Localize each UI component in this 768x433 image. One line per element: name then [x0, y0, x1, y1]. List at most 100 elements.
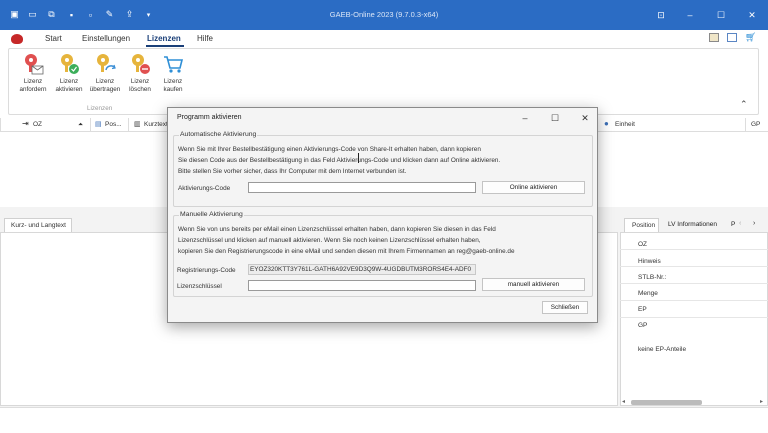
sort-icon[interactable]: ⏶ [78, 121, 83, 129]
manual-activation-group: Manuelle Aktivierung Wenn Sie von uns be… [173, 211, 593, 297]
manual-instruction-line1: Wenn Sie von uns bereits per eMail einen… [178, 226, 496, 233]
active-menu-indicator [146, 45, 184, 47]
column-kurztext[interactable]: Kurztext [144, 121, 168, 128]
ribbon-label-line2: anfordern [19, 86, 47, 93]
property-ep: EP [638, 306, 647, 313]
dialog-title: Programm aktivieren [177, 114, 242, 121]
menu-bar: Start Einstellungen Lizenzen Hilfe 🛒︎ [0, 30, 768, 48]
tab-position[interactable]: Position [624, 218, 659, 232]
column-separator [128, 118, 129, 132]
column-gp[interactable]: GP [751, 121, 760, 128]
key-transfer-icon [94, 53, 116, 75]
key-check-icon [58, 53, 80, 75]
scroll-left-arrow-icon[interactable]: ◂ [622, 398, 625, 405]
app-menu-icon[interactable] [11, 34, 23, 44]
position-icon: ▤ [95, 121, 102, 128]
menu-lizenzen[interactable]: Lizenzen [147, 34, 181, 43]
lizenz-uebertragen-button[interactable]: Lizenz übertragen [88, 53, 122, 94]
cart-icon [162, 53, 184, 75]
tab-lv-informationen[interactable]: LV Informationen [668, 221, 717, 228]
manuell-aktivieren-button[interactable]: manuell aktivieren [482, 278, 585, 291]
dialog-maximize-button[interactable]: ☐ [548, 111, 562, 125]
tab-kurz-langtext[interactable]: Kurz- und Langtext [4, 218, 72, 232]
ribbon-label-line2: löschen [129, 86, 151, 93]
column-separator [90, 118, 91, 132]
lizenz-aktivieren-button[interactable]: Lizenz aktivieren [52, 53, 86, 94]
dialog-close-button[interactable]: ✕ [578, 111, 592, 125]
tab-scroll-right-icon[interactable]: › [753, 220, 755, 227]
cart-small-icon[interactable]: 🛒︎ [745, 32, 756, 43]
maximize-button[interactable]: ☐ [714, 8, 728, 22]
auto-instruction-line1: Wenn Sie mit Ihrer Bestellbestätigung ei… [178, 146, 481, 153]
key-delete-icon [129, 53, 151, 75]
property-row-divider [620, 249, 768, 250]
automatic-activation-title: Automatische Aktivierung [179, 131, 258, 138]
property-oz: OZ [638, 241, 648, 248]
ribbon-label-line1: Lizenz [59, 78, 79, 85]
auto-instruction-line3: Bitte stellen Sie vorher sicher, dass Ih… [178, 168, 407, 175]
ribbon-label-line1: Lizenz [130, 78, 150, 85]
lizenz-loeschen-button[interactable]: Lizenz löschen [123, 53, 157, 94]
ribbon-label-line2: kaufen [163, 86, 183, 93]
column-einheit[interactable]: Einheit [615, 121, 635, 128]
menu-hilfe[interactable]: Hilfe [197, 34, 213, 43]
ribbon-label-line1: Lizenz [163, 78, 183, 85]
tree-icon: ⇥ [22, 119, 29, 128]
property-hinweis: Hinweis [638, 258, 661, 265]
ribbon: Lizenz anfordern Lizenz aktivieren Lizen… [8, 48, 759, 115]
ribbon-label-line2: aktivieren [55, 86, 83, 93]
aktivierungs-code-input[interactable] [248, 182, 476, 193]
aktivierungs-code-label: Aktivierungs-Code [178, 185, 231, 192]
manual-instruction-line3: kopieren Sie den Registrierungscode in e… [178, 248, 515, 255]
column-separator [745, 118, 746, 132]
scroll-right-arrow-icon[interactable]: ▸ [760, 398, 763, 405]
property-row-divider [620, 266, 768, 267]
menu-start[interactable]: Start [45, 34, 62, 43]
text-icon: ▥ [134, 121, 141, 128]
dialog-minimize-button[interactable]: – [518, 111, 532, 125]
programm-aktivieren-dialog: Programm aktivieren – ☐ ✕ Automatische A… [167, 107, 598, 323]
minimize-button[interactable]: – [683, 8, 697, 22]
auto-instruction-line2: Sie diesen Code aus der Bestellbestätigu… [178, 157, 501, 164]
title-bar: ▣ ▭ ⧉ ▪ ▫ ✎ ⇪ ▾ GAEB-Online 2023 (9.7.0.… [0, 0, 768, 30]
ribbon-label-line1: Lizenz [23, 78, 43, 85]
property-row-divider [620, 283, 768, 284]
lizenzschluessel-input[interactable] [248, 280, 476, 291]
lizenz-kaufen-button[interactable]: Lizenz kaufen [156, 53, 190, 94]
unit-icon: ● [604, 119, 609, 128]
close-button[interactable]: ✕ [745, 8, 759, 22]
menu-einstellungen[interactable]: Einstellungen [82, 34, 130, 43]
horizontal-scrollbar-thumb[interactable] [631, 400, 702, 405]
window-title: GAEB-Online 2023 (9.7.0.3-x64) [329, 10, 439, 19]
key-mail-icon [22, 53, 44, 75]
ribbon-label-line2: übertragen [89, 86, 121, 93]
settings-window-icon[interactable]: ⊡ [654, 8, 668, 22]
folder-icon[interactable] [709, 33, 719, 42]
manual-instruction-line2: Lizenzschlüssel und klicken auf manuell … [178, 237, 481, 244]
lizenzschluessel-label: Lizenzschlüssel [177, 283, 222, 290]
tab-p[interactable]: P [731, 221, 735, 228]
schliessen-button[interactable]: Schließen [542, 301, 588, 314]
property-gp: GP [638, 322, 648, 329]
ribbon-label-line1: Lizenz [95, 78, 115, 85]
ribbon-group-label: Lizenzen [87, 105, 113, 112]
property-row-divider [620, 317, 768, 318]
property-stlb-nr: STLB-Nr.: [638, 274, 667, 281]
automatic-activation-group: Automatische Aktivierung Wenn Sie mit Ih… [173, 131, 593, 207]
tab-scroll-left-icon[interactable]: ‹ [739, 220, 741, 227]
manual-activation-title: Manuelle Aktivierung [179, 211, 244, 218]
column-pos[interactable]: Pos... [105, 121, 122, 128]
property-row-divider [620, 300, 768, 301]
lizenz-anfordern-button[interactable]: Lizenz anfordern [16, 53, 50, 94]
calendar-icon[interactable] [727, 33, 737, 42]
column-oz[interactable]: OZ [33, 121, 42, 128]
property-menge: Menge [638, 290, 658, 297]
collapse-ribbon-icon[interactable]: ⌃ [740, 99, 748, 110]
registrierungs-code-field[interactable]: EYOZ320KTT3Y761L-GATH6A92VE9D3Q9W-4UGDBU… [248, 264, 476, 275]
online-aktivieren-button[interactable]: Online aktivieren [482, 181, 585, 194]
column-separator [0, 118, 1, 132]
ep-anteile-note: keine EP-Anteile [638, 346, 687, 353]
registrierungs-code-label: Registrierungs-Code [177, 267, 236, 274]
status-bar [0, 407, 768, 433]
text-cursor-icon [358, 153, 364, 163]
